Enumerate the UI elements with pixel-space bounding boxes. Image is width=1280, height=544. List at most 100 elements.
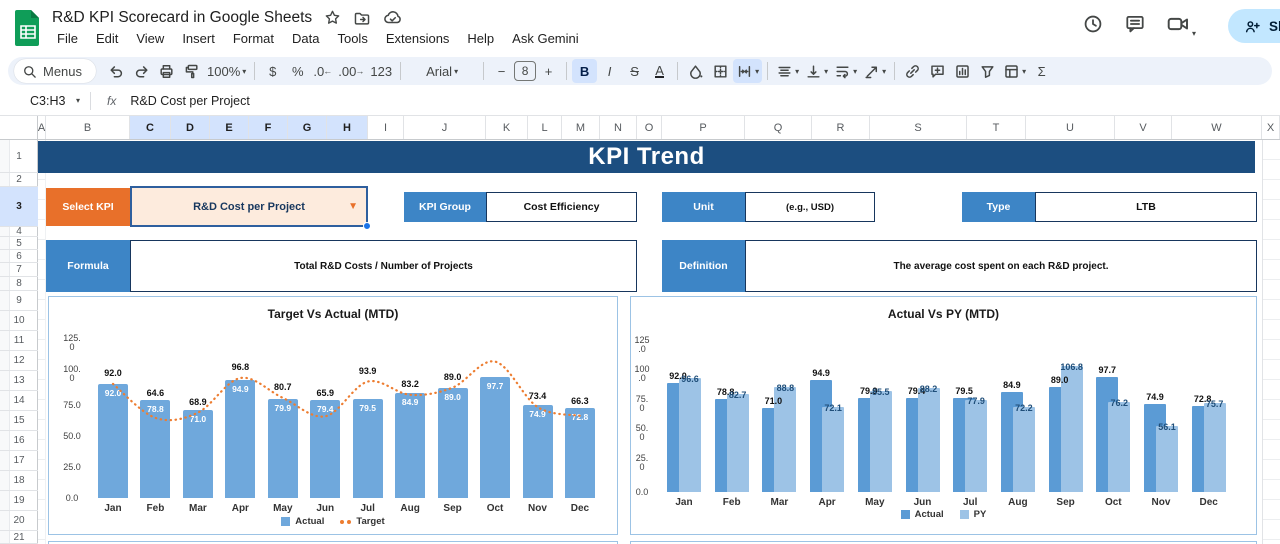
column-header-N[interactable]: N bbox=[600, 116, 637, 139]
column-header-R[interactable]: R bbox=[812, 116, 870, 139]
row-header-8[interactable]: 8 bbox=[0, 277, 38, 291]
redo-button[interactable] bbox=[129, 59, 154, 83]
meet-camera-icon[interactable]: ▾ bbox=[1166, 12, 1196, 41]
menu-view[interactable]: View bbox=[129, 29, 171, 48]
row-header-20[interactable]: 20 bbox=[0, 511, 38, 531]
column-header-V[interactable]: V bbox=[1115, 116, 1172, 139]
fill-color-button[interactable] bbox=[683, 59, 708, 83]
version-history-icon[interactable] bbox=[1082, 13, 1104, 40]
menu-ask-gemini[interactable]: Ask Gemini bbox=[505, 29, 585, 48]
print-button[interactable] bbox=[154, 59, 179, 83]
kpi-trend-banner[interactable]: KPI Trend bbox=[38, 141, 1255, 173]
row-header-21[interactable]: 21 bbox=[0, 531, 38, 544]
definition-value-cell[interactable]: The average cost spent on each R&D proje… bbox=[745, 240, 1257, 292]
star-icon[interactable] bbox=[324, 9, 341, 26]
row-header-3[interactable]: 3 bbox=[0, 187, 38, 227]
unit-value-cell[interactable]: (e.g., USD) bbox=[745, 192, 875, 222]
column-header-M[interactable]: M bbox=[562, 116, 600, 139]
formula-value-cell[interactable]: Total R&D Costs / Number of Projects bbox=[130, 240, 637, 292]
column-header-G[interactable]: G bbox=[288, 116, 327, 139]
meet-caret-icon[interactable]: ▾ bbox=[1192, 29, 1196, 38]
insert-link-button[interactable] bbox=[900, 59, 925, 83]
text-rotation-button[interactable]: ▾ bbox=[860, 59, 889, 83]
format-percent-button[interactable]: % bbox=[285, 59, 310, 83]
column-header-U[interactable]: U bbox=[1026, 116, 1115, 139]
column-header-T[interactable]: T bbox=[967, 116, 1026, 139]
text-wrap-button[interactable]: ▾ bbox=[831, 59, 860, 83]
menu-edit[interactable]: Edit bbox=[89, 29, 125, 48]
definition-label-cell[interactable]: Definition bbox=[662, 240, 745, 292]
doc-title[interactable]: R&D KPI Scorecard in Google Sheets bbox=[52, 9, 312, 27]
unit-label-cell[interactable]: Unit bbox=[662, 192, 745, 222]
decrease-font-size-button[interactable]: − bbox=[489, 59, 514, 83]
menu-tools[interactable]: Tools bbox=[330, 29, 374, 48]
row-header-7[interactable]: 7 bbox=[0, 263, 38, 277]
column-header-W[interactable]: W bbox=[1172, 116, 1262, 139]
insert-comment-button[interactable] bbox=[925, 59, 950, 83]
row-header-18[interactable]: 18 bbox=[0, 471, 38, 491]
column-header-P[interactable]: P bbox=[662, 116, 745, 139]
comment-history-icon[interactable] bbox=[1124, 13, 1146, 40]
column-header-D[interactable]: D bbox=[171, 116, 210, 139]
row-header-12[interactable]: 12 bbox=[0, 351, 38, 371]
menu-format[interactable]: Format bbox=[226, 29, 281, 48]
create-filter-button[interactable] bbox=[975, 59, 1000, 83]
column-header-Q[interactable]: Q bbox=[745, 116, 812, 139]
selection-fill-handle[interactable] bbox=[363, 222, 371, 230]
row-header-4[interactable]: 4 bbox=[0, 227, 38, 237]
column-header-S[interactable]: S bbox=[870, 116, 967, 139]
row-header-14[interactable]: 14 bbox=[0, 391, 38, 411]
column-header-C[interactable]: C bbox=[130, 116, 171, 139]
share-button[interactable]: Share bbox=[1228, 9, 1280, 43]
kpi-group-label-cell[interactable]: KPI Group bbox=[404, 192, 486, 222]
row-header-6[interactable]: 6 bbox=[0, 250, 38, 263]
merge-cells-button[interactable]: ▾ bbox=[733, 59, 762, 83]
row-header-5[interactable]: 5 bbox=[0, 237, 38, 250]
menu-file[interactable]: File bbox=[50, 29, 85, 48]
zoom-select[interactable]: 100%▾ bbox=[204, 59, 249, 83]
sheets-logo-icon[interactable] bbox=[14, 9, 42, 47]
row-header-10[interactable]: 10 bbox=[0, 311, 38, 331]
italic-button[interactable]: I bbox=[597, 59, 622, 83]
borders-button[interactable] bbox=[708, 59, 733, 83]
type-value-cell[interactable]: LTB bbox=[1035, 192, 1257, 222]
chart-actual-vs-py[interactable]: Actual Vs PY (MTD)0.025. 050. 075. 0100 … bbox=[630, 296, 1257, 535]
select-all-corner[interactable] bbox=[0, 116, 38, 139]
menu-data[interactable]: Data bbox=[285, 29, 326, 48]
column-header-A[interactable]: A bbox=[38, 116, 46, 139]
bold-button[interactable]: B bbox=[572, 59, 597, 83]
menu-insert[interactable]: Insert bbox=[175, 29, 222, 48]
column-header-E[interactable]: E bbox=[210, 116, 249, 139]
select-kpi-label-cell[interactable]: Select KPI bbox=[46, 188, 130, 226]
increase-font-size-button[interactable]: + bbox=[536, 59, 561, 83]
row-header-9[interactable]: 9 bbox=[0, 291, 38, 311]
row-header-11[interactable]: 11 bbox=[0, 331, 38, 351]
type-label-cell[interactable]: Type bbox=[962, 192, 1035, 222]
functions-button[interactable]: Σ bbox=[1029, 59, 1054, 83]
row-header-13[interactable]: 13 bbox=[0, 371, 38, 391]
text-color-button[interactable]: A bbox=[647, 59, 672, 83]
horizontal-align-button[interactable]: ▾ bbox=[773, 59, 802, 83]
font-family-select[interactable]: Arial▾ bbox=[406, 59, 478, 83]
row-header-16[interactable]: 16 bbox=[0, 431, 38, 451]
search-menus-button[interactable]: Menus bbox=[14, 59, 96, 83]
undo-button[interactable] bbox=[104, 59, 129, 83]
column-header-K[interactable]: K bbox=[486, 116, 528, 139]
row-header-15[interactable]: 15 bbox=[0, 411, 38, 431]
column-header-J[interactable]: J bbox=[404, 116, 486, 139]
dropdown-caret-icon[interactable]: ▼ bbox=[348, 201, 358, 212]
kpi-group-value-cell[interactable]: Cost Efficiency bbox=[486, 192, 637, 222]
font-size-input[interactable]: 8 bbox=[514, 61, 536, 81]
format-currency-button[interactable]: $ bbox=[260, 59, 285, 83]
name-box[interactable]: C3:H3 bbox=[0, 94, 74, 108]
column-header-F[interactable]: F bbox=[249, 116, 288, 139]
vertical-align-button[interactable]: ▾ bbox=[802, 59, 831, 83]
menu-extensions[interactable]: Extensions bbox=[379, 29, 457, 48]
column-header-B[interactable]: B bbox=[46, 116, 130, 139]
column-header-I[interactable]: I bbox=[368, 116, 404, 139]
column-header-O[interactable]: O bbox=[637, 116, 662, 139]
column-header-H[interactable]: H bbox=[327, 116, 368, 139]
row-header-19[interactable]: 19 bbox=[0, 491, 38, 511]
row-header-1[interactable]: 1 bbox=[0, 140, 38, 173]
cloud-saved-icon[interactable] bbox=[383, 8, 402, 27]
